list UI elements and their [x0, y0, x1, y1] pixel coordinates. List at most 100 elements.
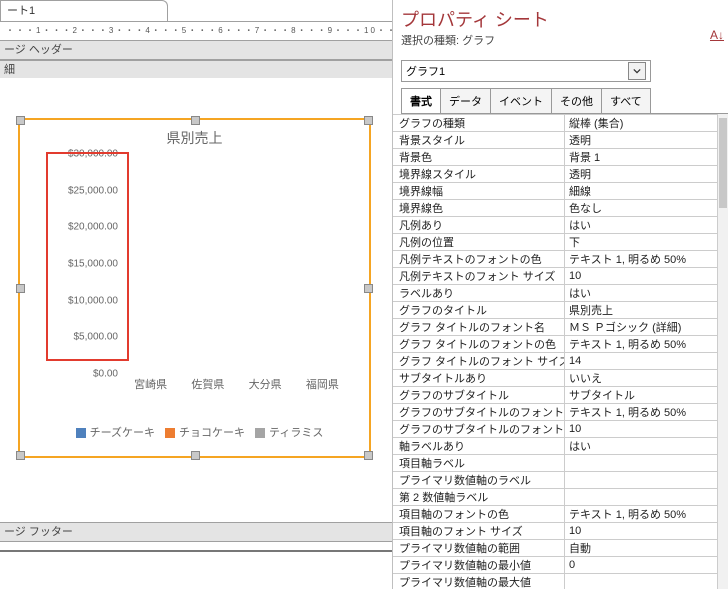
property-value[interactable]: テキスト 1, 明るめ 50% — [565, 404, 718, 420]
y-axis-tick-label: $0.00 — [50, 369, 118, 380]
property-row[interactable]: 第 2 数値軸ラベル — [393, 489, 718, 506]
property-sheet-tabs: 書式データイベントその他すべて — [401, 88, 728, 114]
resize-handle[interactable] — [191, 116, 200, 125]
property-value[interactable]: 透明 — [565, 166, 718, 182]
resize-handle[interactable] — [364, 284, 373, 293]
property-value[interactable]: いいえ — [565, 370, 718, 386]
property-label: 背景スタイル — [393, 132, 565, 148]
resize-handle[interactable] — [16, 284, 25, 293]
property-value[interactable]: テキスト 1, 明るめ 50% — [565, 506, 718, 522]
property-tab[interactable]: すべて — [601, 88, 651, 113]
resize-handle[interactable] — [16, 451, 25, 460]
property-row[interactable]: グラフ タイトルのフォント サイズ14 — [393, 353, 718, 370]
property-value[interactable]: 色なし — [565, 200, 718, 216]
property-row[interactable]: 背景色背景 1 — [393, 149, 718, 166]
property-value[interactable]: 14 — [565, 355, 718, 367]
property-value[interactable]: 10 — [565, 270, 718, 282]
property-value[interactable]: サブタイトル — [565, 387, 718, 403]
report-design-surface: ート1 ・・・1・・・2・・・3・・・4・・・5・・・6・・・7・・・8・・・9… — [0, 0, 393, 589]
property-value[interactable]: 0 — [565, 559, 718, 571]
property-row[interactable]: 境界線色色なし — [393, 200, 718, 217]
property-row[interactable]: 凡例テキストのフォント サイズ10 — [393, 268, 718, 285]
property-row[interactable]: プライマリ数値軸の最小値0 — [393, 557, 718, 574]
resize-handle[interactable] — [16, 116, 25, 125]
property-row[interactable]: 凡例の位置下 — [393, 234, 718, 251]
property-label: 境界線色 — [393, 200, 565, 216]
property-row[interactable]: サブタイトルありいいえ — [393, 370, 718, 387]
property-value[interactable]: 自動 — [565, 540, 718, 556]
property-row[interactable]: 境界線幅細線 — [393, 183, 718, 200]
property-row[interactable]: 項目軸ラベル — [393, 455, 718, 472]
y-axis-tick-label: $15,000.00 — [50, 259, 118, 270]
object-tab[interactable]: ート1 — [0, 0, 168, 21]
property-value[interactable]: 10 — [565, 423, 718, 435]
property-label: グラフの種類 — [393, 115, 565, 131]
property-row[interactable]: グラフのサブタイトルのフォント サイズ10 — [393, 421, 718, 438]
legend-label: チーズケーキ — [90, 427, 155, 439]
property-value[interactable]: 県別売上 — [565, 302, 718, 318]
y-axis-tick-label: $25,000.00 — [50, 185, 118, 196]
property-label: 凡例の位置 — [393, 234, 565, 250]
section-bar-page-footer[interactable]: ージ フッター — [0, 522, 392, 542]
property-value[interactable]: 10 — [565, 525, 718, 537]
property-label: 凡例あり — [393, 217, 565, 233]
chart-control[interactable]: 県別売上 $0.00$5,000.00$10,000.00$15,000.00$… — [18, 118, 371, 458]
property-row[interactable]: グラフの種類縦棒 (集合) — [393, 115, 718, 132]
property-value[interactable]: テキスト 1, 明るめ 50% — [565, 336, 718, 352]
property-value[interactable]: 背景 1 — [565, 149, 718, 165]
property-label: サブタイトルあり — [393, 370, 565, 386]
property-label: 軸ラベルあり — [393, 438, 565, 454]
property-label: グラフのサブタイトル — [393, 387, 565, 403]
resize-handle[interactable] — [191, 451, 200, 460]
property-value[interactable]: はい — [565, 217, 718, 233]
property-row[interactable]: プライマリ数値軸のラベル — [393, 472, 718, 489]
property-row[interactable]: 軸ラベルありはい — [393, 438, 718, 455]
property-tab[interactable]: イベント — [490, 88, 552, 113]
property-value[interactable]: 縦棒 (集合) — [565, 115, 718, 131]
property-row[interactable]: 境界線スタイル透明 — [393, 166, 718, 183]
property-row[interactable]: 項目軸のフォント サイズ10 — [393, 523, 718, 540]
property-label: グラフのサブタイトルのフォントの色 — [393, 404, 565, 420]
vertical-scrollbar[interactable] — [717, 114, 728, 589]
property-value[interactable]: はい — [565, 438, 718, 454]
section-bar-detail[interactable]: 細 — [0, 60, 392, 80]
property-row[interactable]: 凡例テキストのフォントの色テキスト 1, 明るめ 50% — [393, 251, 718, 268]
y-axis-tick-label: $10,000.00 — [50, 295, 118, 306]
object-selector[interactable]: グラフ1 — [401, 60, 651, 82]
property-row[interactable]: 凡例ありはい — [393, 217, 718, 234]
property-tab[interactable]: その他 — [551, 88, 602, 113]
sort-az-button[interactable]: A↓ — [710, 28, 724, 42]
property-tab[interactable]: 書式 — [401, 88, 441, 113]
property-label: グラフ タイトルのフォント サイズ — [393, 353, 565, 369]
property-tab[interactable]: データ — [440, 88, 491, 113]
property-row[interactable]: グラフ タイトルのフォント名ＭＳ Ｐゴシック (詳細) — [393, 319, 718, 336]
property-value[interactable]: ＭＳ Ｐゴシック (詳細) — [565, 319, 718, 335]
resize-handle[interactable] — [364, 116, 373, 125]
property-label: プライマリ数値軸の最大値 — [393, 574, 565, 589]
property-row[interactable]: 項目軸のフォントの色テキスト 1, 明るめ 50% — [393, 506, 718, 523]
property-label: グラフのサブタイトルのフォント サイズ — [393, 421, 565, 437]
property-row[interactable]: プライマリ数値軸の範囲自動 — [393, 540, 718, 557]
resize-handle[interactable] — [364, 451, 373, 460]
property-row[interactable]: グラフのサブタイトルのフォントの色テキスト 1, 明るめ 50% — [393, 404, 718, 421]
property-label: グラフのタイトル — [393, 302, 565, 318]
section-bar-page-header[interactable]: ージ ヘッダー — [0, 40, 392, 60]
property-row[interactable]: グラフのタイトル県別売上 — [393, 302, 718, 319]
x-axis-tick-label: 宮崎県 — [122, 376, 179, 396]
property-row[interactable]: グラフのサブタイトルサブタイトル — [393, 387, 718, 404]
detail-section-area: 県別売上 $0.00$5,000.00$10,000.00$15,000.00$… — [0, 78, 392, 518]
property-value[interactable]: 細線 — [565, 183, 718, 199]
property-value[interactable]: 透明 — [565, 132, 718, 148]
property-label: 凡例テキストのフォント サイズ — [393, 268, 565, 284]
property-row[interactable]: 背景スタイル透明 — [393, 132, 718, 149]
property-value[interactable]: 下 — [565, 234, 718, 250]
property-row[interactable]: プライマリ数値軸の最大値 — [393, 574, 718, 589]
property-row[interactable]: ラベルありはい — [393, 285, 718, 302]
property-row[interactable]: グラフ タイトルのフォントの色テキスト 1, 明るめ 50% — [393, 336, 718, 353]
property-value[interactable]: テキスト 1, 明るめ 50% — [565, 251, 718, 267]
property-value[interactable]: はい — [565, 285, 718, 301]
legend-swatch — [165, 428, 175, 438]
legend-swatch — [255, 428, 265, 438]
scrollbar-thumb[interactable] — [719, 118, 727, 208]
chart-legend: チーズケーキチョコケーキティラミス — [20, 424, 369, 440]
